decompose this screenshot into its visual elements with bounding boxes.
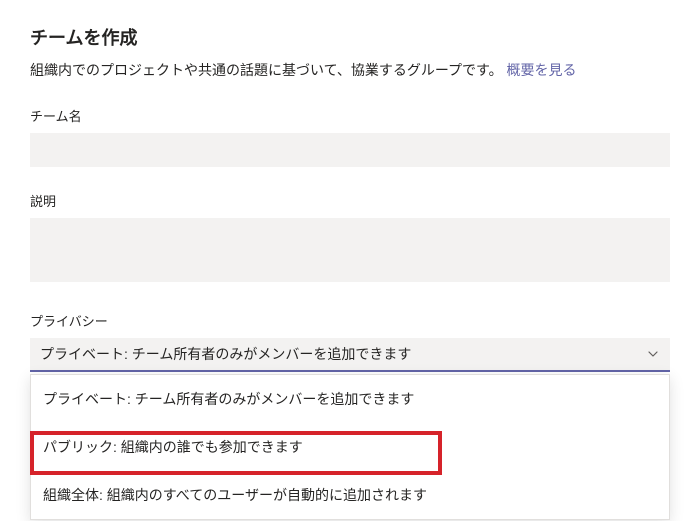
dialog-subtitle-row: 組織内でのプロジェクトや共通の話題に基づいて、協業するグループです。 概要を見る (30, 60, 670, 80)
dialog-title: チームを作成 (30, 24, 670, 50)
description-group: 説明 (30, 191, 670, 287)
summary-link[interactable]: 概要を見る (507, 62, 577, 78)
privacy-option-orgwide[interactable]: 組織全体: 組織内のすべてのユーザーが自動的に追加されます (31, 471, 669, 519)
privacy-dropdown: プライベート: チーム所有者のみがメンバーを追加できます プライベート: チーム… (30, 338, 670, 372)
dialog-subtitle-text: 組織内でのプロジェクトや共通の話題に基づいて、協業するグループです。 (30, 62, 503, 78)
privacy-label: プライバシー (30, 311, 670, 330)
privacy-selected-text: プライベート: チーム所有者のみがメンバーを追加できます (40, 344, 411, 364)
team-name-group: チーム名 (30, 106, 670, 167)
privacy-group: プライバシー プライベート: チーム所有者のみがメンバーを追加できます プライベ… (30, 311, 670, 372)
privacy-option-private[interactable]: プライベート: チーム所有者のみがメンバーを追加できます (31, 375, 669, 423)
privacy-dropdown-selected[interactable]: プライベート: チーム所有者のみがメンバーを追加できます (30, 338, 670, 372)
team-name-input[interactable] (30, 133, 670, 167)
description-label: 説明 (30, 191, 670, 210)
chevron-down-icon (646, 347, 660, 361)
privacy-option-public[interactable]: パブリック: 組織内の誰でも参加できます (31, 423, 669, 471)
create-team-dialog: チームを作成 組織内でのプロジェクトや共通の話題に基づいて、協業するグループです… (0, 0, 700, 396)
description-input[interactable] (30, 218, 670, 282)
team-name-label: チーム名 (30, 106, 670, 125)
privacy-dropdown-list: プライベート: チーム所有者のみがメンバーを追加できます パブリック: 組織内の… (30, 374, 670, 520)
